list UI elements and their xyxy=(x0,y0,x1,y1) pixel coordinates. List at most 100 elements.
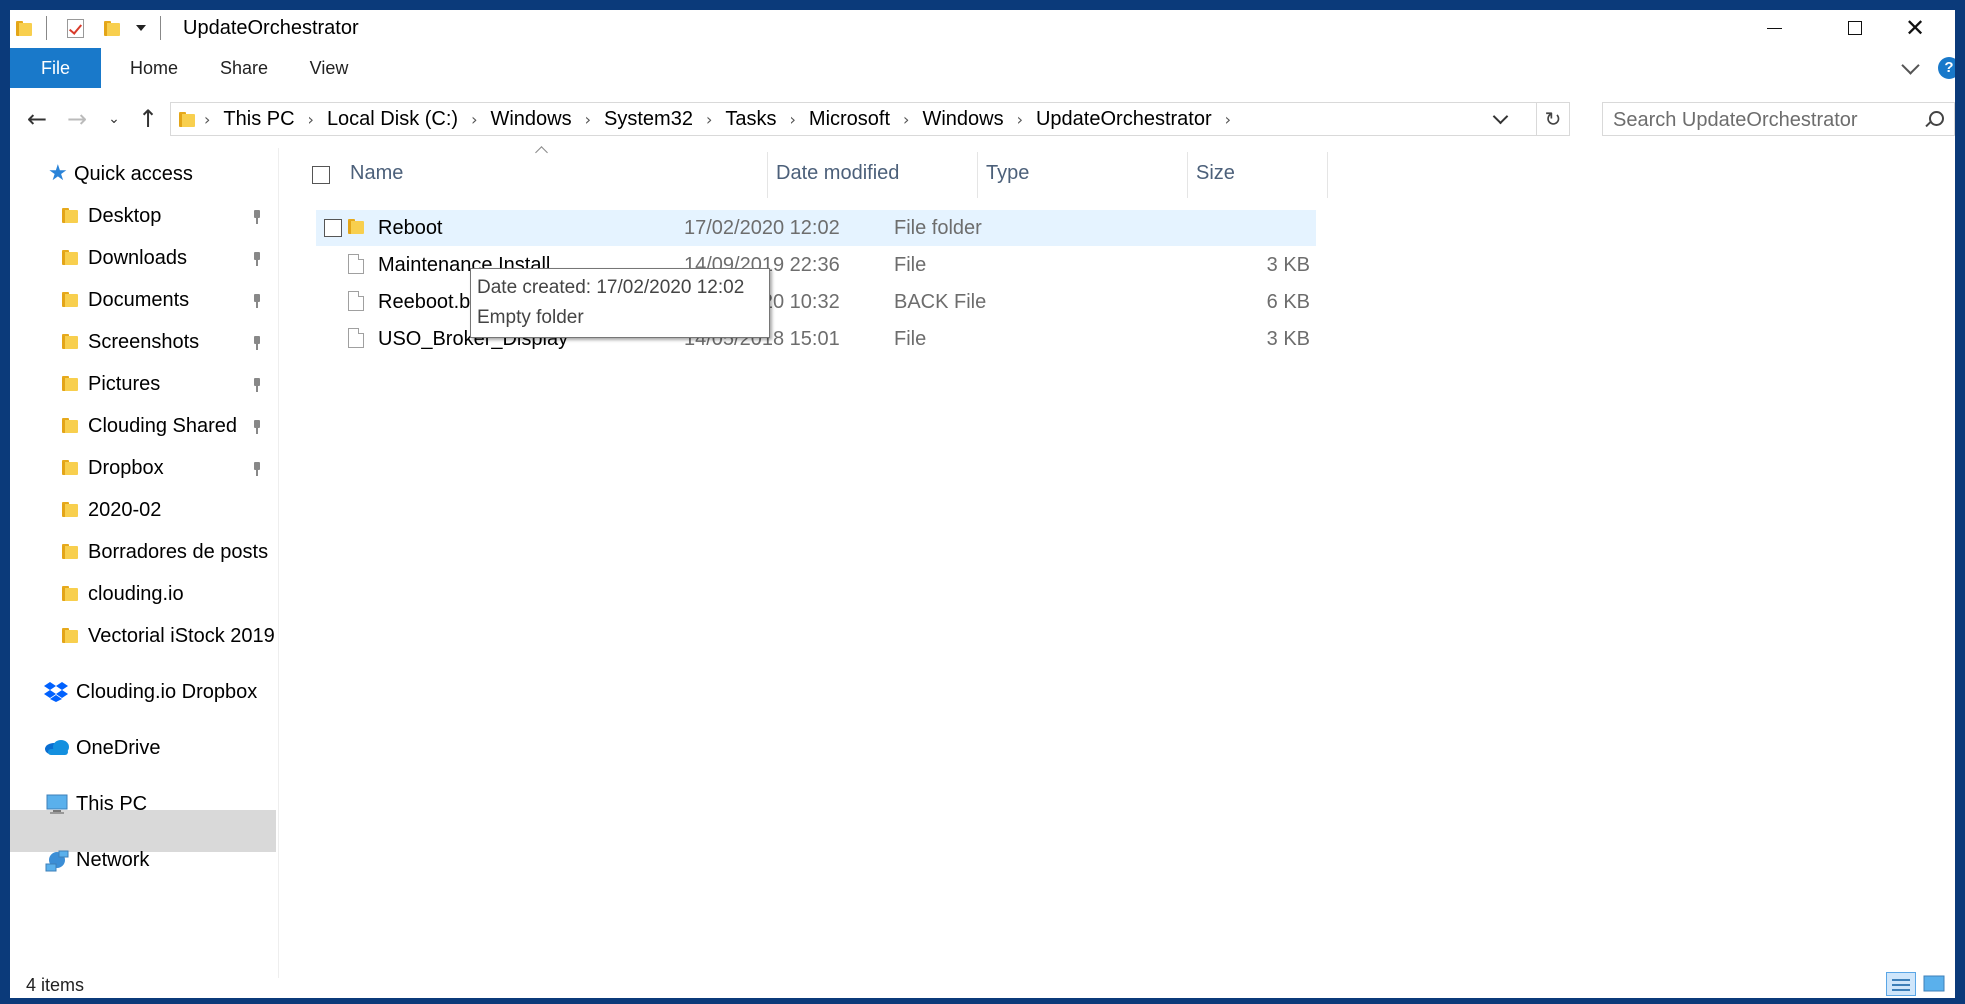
breadcrumb-system32[interactable]: System32 xyxy=(600,108,697,131)
breadcrumb-tasks[interactable]: Tasks xyxy=(721,108,780,131)
new-folder-icon[interactable] xyxy=(104,19,120,37)
breadcrumb-separator[interactable]: › xyxy=(299,110,323,129)
tab-share[interactable]: Share xyxy=(204,48,284,88)
close-button[interactable]: ✕ xyxy=(1875,10,1955,46)
table-row[interactable]: Reboot 17/02/2020 12:02 File folder xyxy=(316,210,1316,246)
pane-divider[interactable] xyxy=(278,148,279,978)
sidebar-item-label: Vectorial iStock 2019 xyxy=(88,624,275,647)
sidebar-item-onedrive[interactable]: OneDrive xyxy=(44,728,160,768)
folder-icon xyxy=(179,110,195,128)
sidebar-item-borradores[interactable]: Borradores de posts xyxy=(62,532,268,572)
column-divider[interactable] xyxy=(1327,152,1328,198)
folder-icon xyxy=(62,626,80,646)
table-row[interactable]: Maintenance Install 14/09/2019 22:36 Fil… xyxy=(316,247,1316,283)
pin-icon[interactable] xyxy=(251,462,263,476)
customize-toolbar-icon[interactable] xyxy=(136,25,146,31)
sidebar-item-documents[interactable]: Documents xyxy=(62,280,189,320)
toolbar-divider xyxy=(46,16,47,40)
column-header-size[interactable]: Size xyxy=(1188,148,1318,198)
breadcrumb-separator[interactable]: › xyxy=(462,110,486,129)
details-view-icon xyxy=(1892,979,1910,991)
maximize-icon xyxy=(1848,21,1862,35)
sidebar-item-label: Documents xyxy=(88,288,190,311)
table-row[interactable]: Reeboot.bak 17/02/2020 10:32 BACK File 6… xyxy=(316,284,1316,320)
row-checkbox[interactable] xyxy=(324,219,342,237)
large-icons-view-button[interactable] xyxy=(1920,972,1950,996)
window-title: UpdateOrchestrator xyxy=(183,17,359,39)
sidebar-item-label: Screenshots xyxy=(88,330,200,353)
breadcrumb-local-disk[interactable]: Local Disk (C:) xyxy=(323,108,462,131)
file-icon xyxy=(348,291,364,311)
address-bar[interactable]: › This PC › Local Disk (C:) › Windows › … xyxy=(170,102,1570,136)
tab-view[interactable]: View xyxy=(294,48,364,88)
address-history-button[interactable] xyxy=(1489,103,1511,135)
shared-folder-icon xyxy=(62,416,80,436)
status-item-count: 4 items xyxy=(26,975,85,995)
documents-folder-icon xyxy=(62,290,80,310)
breadcrumb-windows[interactable]: Windows xyxy=(486,108,575,131)
sidebar-item-label: Borradores de posts xyxy=(88,540,269,563)
pin-icon[interactable] xyxy=(251,252,263,266)
select-all-checkbox[interactable] xyxy=(312,166,330,184)
tab-file[interactable]: File xyxy=(10,48,101,88)
properties-icon[interactable] xyxy=(67,18,84,38)
minimize-button[interactable] xyxy=(1734,10,1814,46)
sidebar-item-clouding-io[interactable]: clouding.io xyxy=(62,574,184,614)
pin-icon[interactable] xyxy=(251,336,263,350)
breadcrumb-separator[interactable]: › xyxy=(894,110,918,129)
sidebar-item-desktop[interactable]: Desktop xyxy=(62,196,161,236)
breadcrumb-separator[interactable]: › xyxy=(1216,110,1240,129)
breadcrumb-this-pc[interactable]: This PC xyxy=(219,108,298,131)
back-button[interactable]: ← xyxy=(20,96,54,142)
sidebar-item-2020-02[interactable]: 2020-02 xyxy=(62,490,161,530)
breadcrumb-microsoft[interactable]: Microsoft xyxy=(805,108,894,131)
column-header-type[interactable]: Type xyxy=(978,148,1183,198)
breadcrumb-separator[interactable]: › xyxy=(195,110,219,129)
recent-locations-button[interactable]: ⌄ xyxy=(104,96,124,142)
sidebar-item-clouding-shared[interactable]: Clouding Shared xyxy=(62,406,237,446)
table-row[interactable]: USO_Broker_Display 14/05/2018 15:01 File… xyxy=(316,321,1316,357)
pin-icon[interactable] xyxy=(251,210,263,224)
network-icon xyxy=(44,850,69,872)
breadcrumb-separator[interactable]: › xyxy=(576,110,600,129)
sidebar-item-downloads[interactable]: Downloads xyxy=(62,238,187,278)
pictures-folder-icon xyxy=(62,374,80,394)
pin-icon[interactable] xyxy=(251,420,263,434)
navigation-bar: ← → ⌄ ↑ › This PC › Local Disk (C:) › Wi… xyxy=(10,96,1955,142)
sidebar-item-network[interactable]: Network xyxy=(44,840,149,880)
details-view-button[interactable] xyxy=(1886,972,1916,996)
pin-icon[interactable] xyxy=(251,294,263,308)
search-box[interactable] xyxy=(1602,102,1955,137)
pin-icon[interactable] xyxy=(251,378,263,392)
up-button[interactable]: ↑ xyxy=(132,96,164,142)
sidebar-item-dropbox[interactable]: Dropbox xyxy=(62,448,164,488)
breadcrumb-separator[interactable]: › xyxy=(697,110,721,129)
column-header-date[interactable]: Date modified xyxy=(768,148,973,198)
sidebar-item-clouding-dropbox[interactable]: Clouding.io Dropbox xyxy=(44,672,257,712)
help-button[interactable]: ? xyxy=(1938,48,1955,88)
refresh-button[interactable]: ↻ xyxy=(1536,103,1569,135)
column-header-name[interactable]: Name xyxy=(342,148,682,198)
breadcrumb-separator[interactable]: › xyxy=(781,110,805,129)
chevron-down-icon xyxy=(1901,55,1920,75)
onedrive-icon xyxy=(44,738,69,758)
file-type: File xyxy=(894,254,927,276)
search-input[interactable] xyxy=(1611,103,1915,137)
sidebar-item-vectorial-istock[interactable]: Vectorial iStock 2019 xyxy=(62,616,275,656)
expand-ribbon-button[interactable] xyxy=(1901,48,1920,88)
breadcrumb-updateorchestrator[interactable]: UpdateOrchestrator xyxy=(1032,108,1216,131)
sidebar-item-pictures[interactable]: Pictures xyxy=(62,364,160,404)
breadcrumb-windows-2[interactable]: Windows xyxy=(918,108,1007,131)
sidebar-item-label: This PC xyxy=(76,792,148,815)
tab-home[interactable]: Home xyxy=(114,48,194,88)
search-icon[interactable] xyxy=(1929,111,1944,126)
dropbox-folder-icon xyxy=(62,458,80,478)
sidebar-item-screenshots[interactable]: Screenshots xyxy=(62,322,199,362)
sidebar-item-label: Clouding Shared xyxy=(88,414,237,437)
breadcrumb-separator[interactable]: › xyxy=(1008,110,1032,129)
sidebar-item-this-pc[interactable]: This PC xyxy=(44,784,147,824)
breadcrumb: › This PC › Local Disk (C:) › Windows › … xyxy=(179,103,1240,135)
sidebar-item-quick-access[interactable]: ★ Quick access xyxy=(48,154,193,194)
chevron-down-icon: ⌄ xyxy=(108,111,120,127)
forward-button[interactable]: → xyxy=(60,96,94,142)
